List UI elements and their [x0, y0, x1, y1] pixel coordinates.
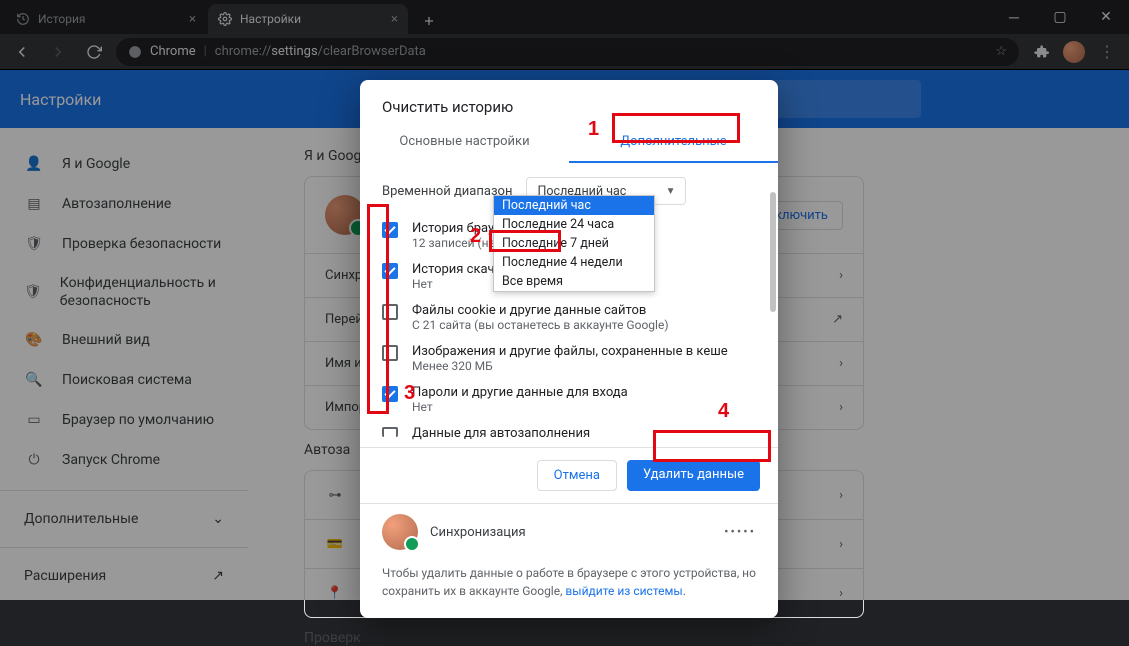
sync-label: Синхронизация	[430, 525, 526, 540]
dropdown-option[interactable]: Последние 24 часа	[494, 215, 654, 234]
checkbox[interactable]	[382, 345, 398, 361]
tab-basic[interactable]: Основные настройки	[360, 122, 569, 163]
delete-data-button[interactable]: Удалить данные	[627, 460, 760, 491]
tab-advanced[interactable]: Дополнительные	[569, 122, 778, 163]
dropdown-option[interactable]: Все время	[494, 272, 654, 291]
caret-down-icon: ▼	[666, 186, 676, 197]
checkbox[interactable]	[382, 386, 398, 402]
check-row-cache[interactable]: Изображения и другие файлы, сохраненные …	[382, 338, 756, 379]
check-row-cookies[interactable]: Файлы cookie и другие данные сайтовС 21 …	[382, 297, 756, 338]
dialog-info-text: Чтобы удалить данные о работе в браузере…	[360, 556, 778, 618]
dropdown-option[interactable]: Последние 4 недели	[494, 253, 654, 272]
check-row-autofill[interactable]: Данные для автозаполнения	[382, 420, 756, 441]
dots-icon: •••••	[724, 525, 756, 540]
clear-data-dialog: Очистить историю Основные настройки Допо…	[360, 80, 778, 618]
check-row-passwords[interactable]: Пароли и другие данные для входаНет	[382, 379, 756, 420]
time-range-dropdown: Последний час Последние 24 часа Последни…	[493, 195, 655, 292]
checkbox[interactable]	[382, 263, 398, 279]
avatar	[382, 514, 418, 550]
checkbox[interactable]	[382, 427, 398, 437]
sign-out-link[interactable]: выйдите из системы	[565, 584, 682, 598]
dialog-title: Очистить историю	[360, 80, 778, 122]
dialog-tabs: Основные настройки Дополнительные	[360, 122, 778, 163]
section-title: Проверк	[304, 630, 1129, 646]
checkbox[interactable]	[382, 304, 398, 320]
checkbox[interactable]	[382, 222, 398, 238]
dialog-scrollbar[interactable]	[770, 192, 776, 502]
dialog-actions: Отмена Удалить данные	[360, 448, 778, 503]
dropdown-option[interactable]: Последние 7 дней	[494, 234, 654, 253]
dropdown-option[interactable]: Последний час	[494, 196, 654, 215]
cancel-button[interactable]: Отмена	[537, 460, 617, 491]
sync-status-row: Синхронизация •••••	[360, 504, 778, 556]
dialog-body: Временной диапазон Последний час ▼ Истор…	[360, 163, 778, 447]
